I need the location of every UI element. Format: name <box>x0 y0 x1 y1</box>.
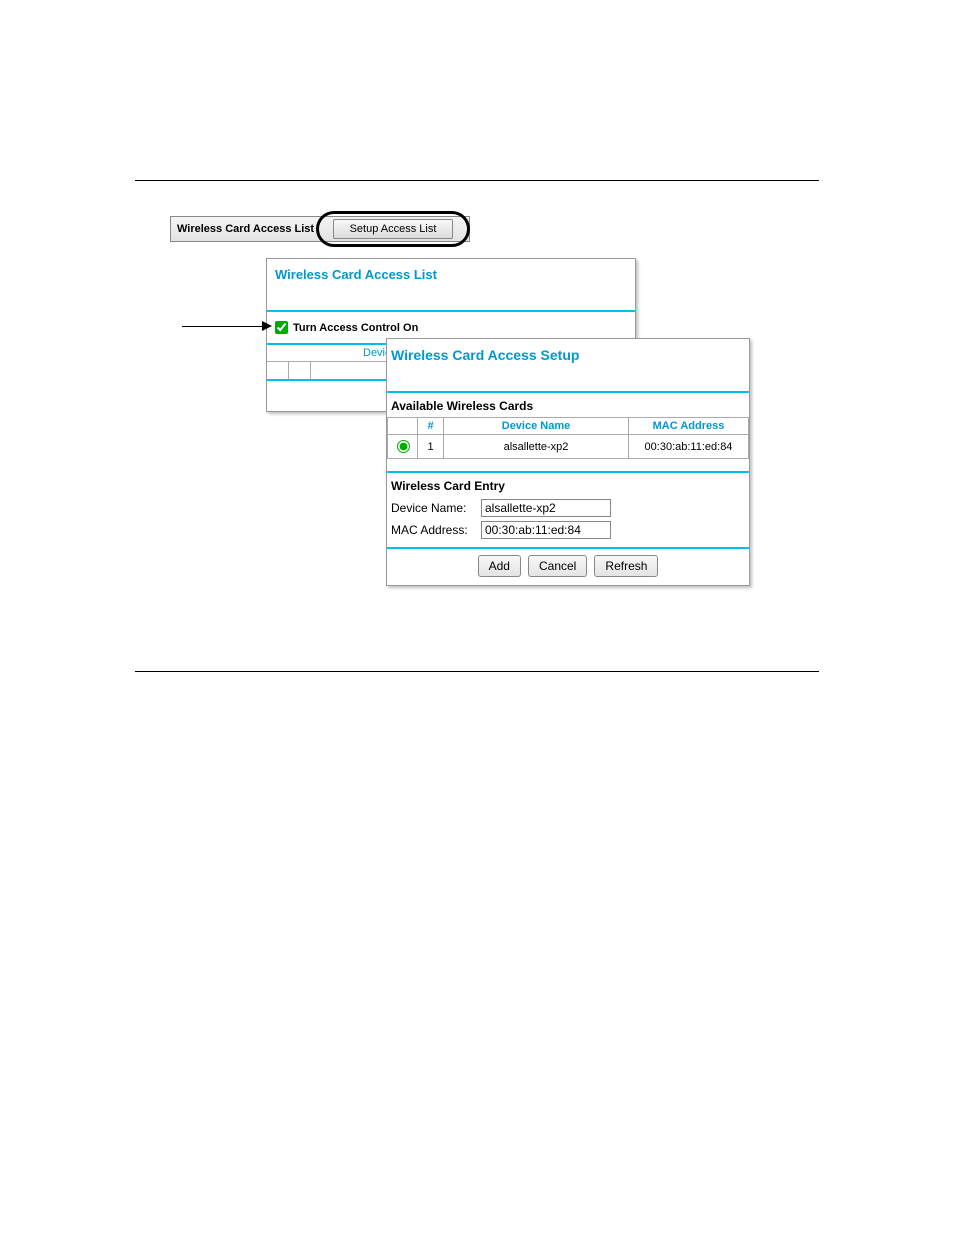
col-mac-address: MAC Address <box>629 418 749 435</box>
annotation-arrow-head-icon <box>262 321 272 331</box>
mac-address-label: MAC Address: <box>391 523 477 537</box>
row-device-cell: alsallette-xp2 <box>444 435 629 459</box>
device-name-row: Device Name: <box>387 497 749 519</box>
turn-access-control-checkbox[interactable] <box>275 321 288 334</box>
button-row: Add Cancel Refresh <box>387 549 749 585</box>
table-header-row: # Device Name MAC Address <box>388 418 749 435</box>
col-device-name: Device Name <box>444 418 629 435</box>
cancel-button[interactable]: Cancel <box>528 555 587 577</box>
setup-access-list-button[interactable]: Setup Access List <box>333 219 453 239</box>
row-mac-cell: 00:30:ab:11:ed:84 <box>629 435 749 459</box>
add-button[interactable]: Add <box>478 555 521 577</box>
col-select <box>388 418 418 435</box>
mac-address-input[interactable] <box>481 521 611 539</box>
col-number: # <box>418 418 444 435</box>
access-setup-panel: Wireless Card Access Setup Available Wir… <box>386 338 750 586</box>
access-list-bar-label: Wireless Card Access List <box>177 223 314 235</box>
turn-access-control-label: Turn Access Control On <box>293 322 418 334</box>
table-row: 1 alsallette-xp2 00:30:ab:11:ed:84 <box>388 435 749 459</box>
card-entry-header: Wireless Card Entry <box>387 473 749 497</box>
access-list-panel-title: Wireless Card Access List <box>267 259 635 310</box>
annotation-arrow-line <box>182 326 264 327</box>
row-num-cell: 1 <box>418 435 444 459</box>
device-name-input[interactable] <box>481 499 611 517</box>
setup-access-list-highlight: Setup Access List <box>316 211 470 247</box>
mac-address-row: MAC Address: <box>387 519 749 541</box>
row-radio-cell <box>388 435 418 459</box>
device-name-label: Device Name: <box>391 501 477 515</box>
header-rule <box>135 180 819 181</box>
available-cards-header: Available Wireless Cards <box>387 393 749 417</box>
footer-rule <box>135 671 819 672</box>
access-setup-title: Wireless Card Access Setup <box>387 339 749 391</box>
available-cards-table: # Device Name MAC Address 1 alsallette-x… <box>387 417 749 459</box>
select-card-radio[interactable] <box>397 440 410 453</box>
refresh-button[interactable]: Refresh <box>594 555 658 577</box>
